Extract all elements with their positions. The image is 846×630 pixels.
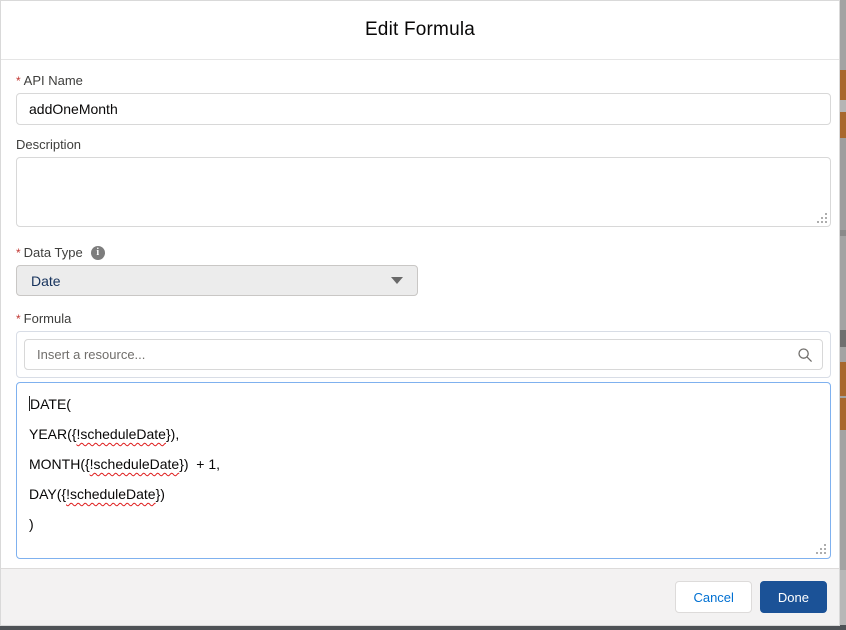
formula-token: YEAR({ xyxy=(29,426,77,442)
formula-field: *Formula DATE(YEAR({!scheduleDate}),MONT… xyxy=(16,311,831,559)
background-fragment xyxy=(839,362,846,396)
resource-picker-group xyxy=(16,331,831,378)
chevron-down-icon xyxy=(391,277,403,284)
description-textarea[interactable] xyxy=(16,157,831,227)
description-label: Description xyxy=(16,137,82,152)
required-asterisk: * xyxy=(16,245,21,260)
modal-body: *API Name Description *Data Type i Date xyxy=(1,60,839,568)
formula-token: }), xyxy=(165,426,180,442)
edit-formula-modal: Edit Formula *API Name Description *Data… xyxy=(0,0,840,626)
modal-header: Edit Formula xyxy=(1,1,839,60)
formula-line: ) xyxy=(29,509,818,539)
formula-code: DATE(YEAR({!scheduleDate}), MONTH({!sched… xyxy=(29,389,818,539)
modal-title: Edit Formula xyxy=(364,19,476,40)
formula-token: DATE( xyxy=(30,396,71,412)
background-fragment xyxy=(839,100,846,112)
misspelled-token: !scheduleDate xyxy=(76,426,166,442)
misspelled-token: !scheduleDate xyxy=(89,456,180,472)
misspelled-token: !scheduleDate xyxy=(66,486,156,502)
data-type-label: * Data Type i xyxy=(16,245,824,260)
api-name-field: * API Name xyxy=(16,73,831,125)
background-fragment xyxy=(839,398,846,430)
api-name-label: * API Name xyxy=(16,73,83,88)
formula-token: }) + 1, xyxy=(179,456,221,472)
formula-token: }) xyxy=(155,486,165,502)
done-button[interactable]: Done xyxy=(759,581,827,613)
required-asterisk: * xyxy=(16,311,21,326)
formula-token: ) xyxy=(29,516,34,532)
data-type-field: * Data Type i Date xyxy=(16,245,824,296)
resource-picker-combobox xyxy=(24,339,823,370)
formula-token: MONTH({ xyxy=(29,456,90,472)
background-fragment xyxy=(839,570,846,625)
api-name-input[interactable] xyxy=(16,93,831,125)
search-icon xyxy=(798,348,812,362)
background-fragment xyxy=(839,138,846,230)
modal-footer: Cancel Done xyxy=(1,568,839,625)
formula-line: MONTH({!scheduleDate}) + 1, xyxy=(29,449,818,479)
background-fragment xyxy=(839,330,846,347)
info-icon[interactable]: i xyxy=(90,245,105,260)
formula-textarea[interactable]: DATE(YEAR({!scheduleDate}), MONTH({!sched… xyxy=(16,382,831,559)
formula-label: * Formula xyxy=(16,311,72,326)
background-fragment xyxy=(839,70,846,100)
formula-line: YEAR({!scheduleDate}), xyxy=(29,419,818,449)
cancel-button[interactable]: Cancel xyxy=(675,581,752,613)
resize-handle-icon[interactable] xyxy=(825,221,827,223)
background-fragment xyxy=(839,230,846,236)
data-type-dropdown[interactable]: Date xyxy=(16,265,418,296)
resize-handle-icon[interactable] xyxy=(824,552,826,554)
formula-line: DAY({!scheduleDate}) xyxy=(29,479,818,509)
background-fragment xyxy=(839,112,846,138)
background-page-sliver xyxy=(839,0,846,630)
required-asterisk: * xyxy=(16,73,21,88)
description-field: Description xyxy=(16,137,831,227)
formula-line: DATE( xyxy=(29,389,818,419)
background-page-bottom xyxy=(0,626,846,630)
insert-resource-input[interactable] xyxy=(25,340,822,369)
formula-token: DAY({ xyxy=(29,486,67,502)
data-type-selected-value: Date xyxy=(31,272,61,289)
